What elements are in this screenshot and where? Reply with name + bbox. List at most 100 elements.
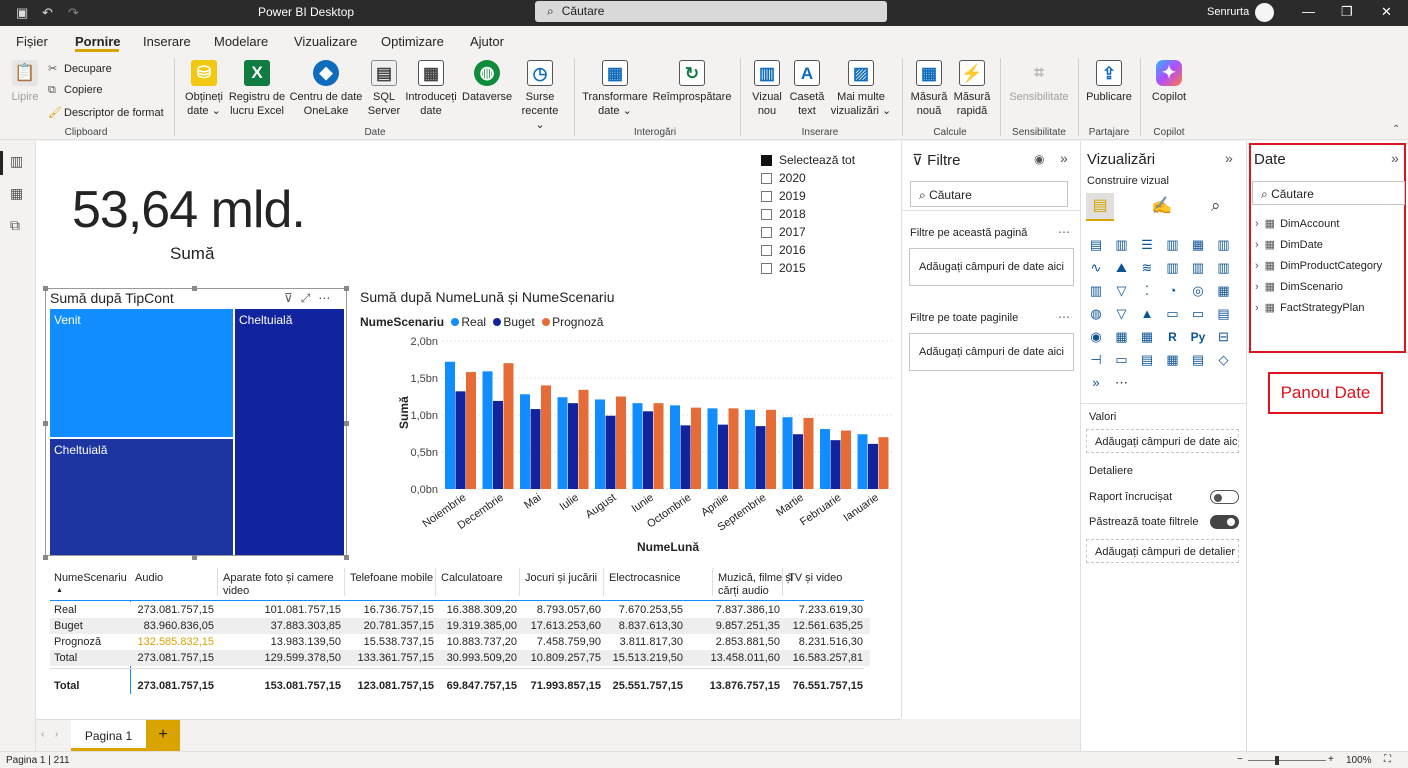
paginated-icon[interactable]: ▦ bbox=[1165, 352, 1181, 368]
gauge-icon[interactable]: ◉ bbox=[1088, 329, 1104, 345]
report-icon[interactable]: ▤ bbox=[1190, 352, 1206, 368]
recent-sources-button[interactable]: ◷ Surse recente ⌄ bbox=[516, 60, 564, 132]
sql-server-button[interactable]: ▤ SQL Server bbox=[366, 60, 402, 118]
collapse-viz-icon[interactable]: » bbox=[1225, 150, 1233, 166]
quick-measure-button[interactable]: ⚡ Măsură rapidă bbox=[952, 60, 992, 118]
more-options-icon[interactable]: ⋯ bbox=[1058, 310, 1070, 324]
publish-button[interactable]: ⇪ Publicare bbox=[1084, 60, 1134, 104]
redo-icon[interactable]: ↷ bbox=[68, 5, 79, 21]
table-view-icon[interactable]: ▦ bbox=[10, 185, 23, 202]
zoom-slider-thumb[interactable] bbox=[1275, 756, 1279, 765]
matrix-column-header[interactable]: Aparate foto și camere video bbox=[223, 572, 356, 598]
slicer-item[interactable]: 2016 bbox=[761, 242, 891, 260]
textbox-button[interactable]: A Casetă text bbox=[788, 60, 826, 118]
more-options-icon[interactable]: ⋯ bbox=[318, 291, 338, 305]
treemap-cell-revenue[interactable]: Venit bbox=[50, 309, 233, 437]
matrix-visual[interactable]: NumeScenariu Audio Aparate foto și camere … bbox=[50, 568, 870, 694]
filter-icon[interactable]: ⊽ bbox=[284, 291, 301, 305]
100-bar-icon[interactable]: ▦ bbox=[1190, 237, 1206, 253]
table-total-row[interactable]: Total 273.081.757,15 153.081.757,15 123.081… bbox=[50, 678, 870, 694]
decomposition-icon[interactable]: ⊣ bbox=[1088, 352, 1104, 368]
table-row[interactable]: Total 273.081.757,15 129.599.378,50 133.361… bbox=[50, 650, 870, 666]
build-visual-tab-icon[interactable]: ▤ bbox=[1086, 193, 1114, 221]
collapse-filters-icon[interactable]: » bbox=[1060, 150, 1068, 166]
new-measure-button[interactable]: ▦ Măsură nouă bbox=[908, 60, 950, 118]
map-icon[interactable]: ◍ bbox=[1088, 306, 1104, 322]
resize-handle[interactable] bbox=[344, 421, 349, 426]
drill-through-dropzone[interactable]: Adăugați câmpuri de detalier bbox=[1086, 539, 1239, 563]
python-visual-icon[interactable]: Py bbox=[1190, 329, 1206, 345]
waterfall-icon[interactable]: ▥ bbox=[1216, 260, 1232, 276]
matrix-column-header[interactable]: Audio bbox=[135, 572, 224, 585]
multi-card-icon[interactable]: ▭ bbox=[1190, 306, 1206, 322]
slicer-item[interactable]: 2015 bbox=[761, 260, 891, 278]
menu-file[interactable]: Fișier bbox=[16, 34, 48, 49]
filters-search-input[interactable]: ⌕ Căutare bbox=[910, 181, 1068, 207]
matrix-column-header[interactable]: NumeScenariu bbox=[54, 572, 142, 585]
resize-handle[interactable] bbox=[43, 555, 48, 560]
slicer-checkbox[interactable] bbox=[761, 227, 772, 238]
treemap-icon[interactable]: ▦ bbox=[1216, 283, 1232, 299]
line-column-icon[interactable]: ▥ bbox=[1165, 260, 1181, 276]
key-influencers-icon[interactable]: ⊟ bbox=[1216, 329, 1232, 345]
year-slicer[interactable]: Selectează tot 2020 2019 2018 2017 2016 … bbox=[761, 152, 891, 278]
format-painter-button[interactable]: 🖌 Descriptor de format bbox=[48, 106, 164, 119]
collapse-ribbon-icon[interactable]: ⌃ bbox=[1392, 124, 1400, 135]
menu-modeling[interactable]: Modelare bbox=[214, 34, 268, 49]
add-page-button[interactable]: + bbox=[146, 720, 180, 751]
minimize-icon[interactable]: — bbox=[1302, 4, 1315, 19]
sensitivity-button[interactable]: ⌗ Sensibilitate bbox=[1006, 60, 1072, 104]
slicer-item[interactable]: Selectează tot bbox=[761, 152, 891, 170]
100-column-icon[interactable]: ▥ bbox=[1216, 237, 1232, 253]
analytics-tab-icon[interactable]: ⌕ bbox=[1211, 196, 1221, 216]
transform-data-button[interactable]: ▦ Transformare date ⌄ bbox=[582, 60, 648, 118]
prev-page-icon[interactable]: ‹ bbox=[41, 729, 44, 740]
data-search-input[interactable]: ⌕ Căutare bbox=[1252, 181, 1405, 205]
menu-view[interactable]: Vizualizare bbox=[294, 34, 357, 49]
slicer-item[interactable]: 2017 bbox=[761, 224, 891, 242]
stacked-area-icon[interactable]: ≋ bbox=[1139, 260, 1155, 276]
report-view-icon[interactable]: ▥ bbox=[10, 153, 23, 170]
refresh-button[interactable]: ↻ Reîmprospătare bbox=[650, 60, 734, 104]
close-icon[interactable]: ✕ bbox=[1381, 4, 1392, 20]
resize-handle[interactable] bbox=[43, 286, 48, 291]
menu-help[interactable]: Ajutor bbox=[470, 34, 504, 49]
table-dimaccount[interactable]: › ▦ DimAccount bbox=[1255, 217, 1339, 230]
resize-handle[interactable] bbox=[192, 286, 197, 291]
table-dimscenario[interactable]: › ▦ DimScenario bbox=[1255, 280, 1343, 293]
resize-handle[interactable] bbox=[344, 555, 349, 560]
new-visual-button[interactable]: ▥ Vizual nou bbox=[748, 60, 786, 118]
clustered-column-chart[interactable]: Sumă după NumeLună și NumeScenariu NumeS… bbox=[354, 285, 894, 565]
avatar[interactable] bbox=[1255, 3, 1274, 22]
collapse-data-icon[interactable]: » bbox=[1391, 150, 1399, 166]
card-icon[interactable]: ▭ bbox=[1165, 306, 1181, 322]
power-automate-icon[interactable]: » bbox=[1088, 375, 1104, 391]
table-dimproductcategory[interactable]: › ▦ DimProductCategory bbox=[1255, 259, 1382, 272]
menu-optimize[interactable]: Optimizare bbox=[381, 34, 444, 49]
undo-icon[interactable]: ↶ bbox=[42, 5, 53, 21]
resize-handle[interactable] bbox=[192, 555, 197, 560]
slicer-checkbox[interactable] bbox=[761, 173, 772, 184]
menu-insert[interactable]: Inserare bbox=[143, 34, 191, 49]
narrative-icon[interactable]: ▤ bbox=[1139, 352, 1155, 368]
user-name[interactable]: Senrurta bbox=[1207, 6, 1249, 18]
menu-home[interactable]: Pornire bbox=[75, 34, 121, 49]
slicer-item[interactable]: 2018 bbox=[761, 206, 891, 224]
keep-filters-toggle[interactable] bbox=[1210, 515, 1239, 529]
filled-map-icon[interactable]: ▽ bbox=[1114, 306, 1130, 322]
title-search-box[interactable]: ⌕ Căutare bbox=[535, 1, 887, 22]
eye-icon[interactable]: ◉ bbox=[1034, 152, 1044, 166]
slicer-checkbox[interactable] bbox=[761, 245, 772, 256]
copy-button[interactable]: ⧉ Copiere bbox=[48, 84, 103, 97]
matrix-icon[interactable]: ▦ bbox=[1139, 329, 1155, 345]
more-visuals-button[interactable]: ▨ Mai multe vizualizări ⌄ bbox=[828, 60, 894, 118]
get-data-button[interactable]: ⛁ Obțineți date ⌄ bbox=[180, 60, 228, 118]
table-row[interactable]: Buget 83.960.836,05 37.883.303,85 20.781.35… bbox=[50, 618, 870, 634]
resize-handle[interactable] bbox=[43, 421, 48, 426]
pie-icon[interactable]: ◔ bbox=[1165, 283, 1181, 299]
r-visual-icon[interactable]: R bbox=[1165, 329, 1181, 345]
copilot-button[interactable]: ✦ Copilot bbox=[1146, 60, 1192, 104]
model-view-icon[interactable]: ⧉ bbox=[10, 217, 20, 234]
excel-button[interactable]: X Registru de lucru Excel bbox=[228, 60, 286, 118]
table-row[interactable]: Real 273.081.757,15 101.081.757,15 16.736.7… bbox=[50, 602, 870, 618]
